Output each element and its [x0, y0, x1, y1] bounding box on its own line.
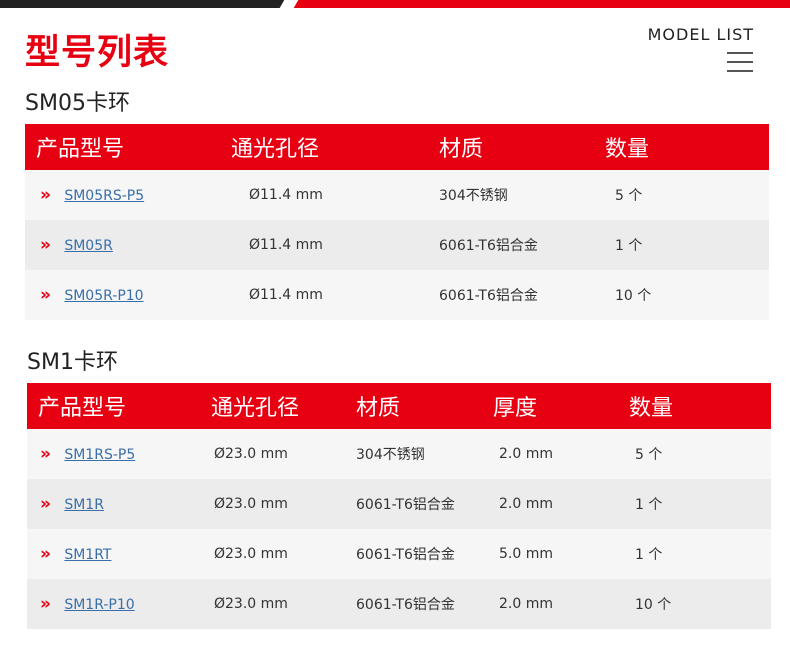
material-cell: 6061-T6铝合金	[439, 220, 605, 270]
thickness-cell: 2.0 mm	[493, 479, 629, 529]
qty-cell: 1 个	[629, 529, 771, 579]
row-arrow-icon: »	[40, 594, 51, 614]
hamburger-menu-icon[interactable]	[727, 52, 753, 72]
header-material: 材质	[439, 124, 605, 170]
table-row: » SM1R-P10 Ø23.0 mm 6061-T6铝合金 2.0 mm 10…	[27, 579, 771, 629]
aperture-cell: Ø23.0 mm	[211, 529, 356, 579]
header-model: 产品型号	[25, 124, 231, 170]
sm05-table: 产品型号 通光孔径 材质 数量 » SM05RS-P5 Ø11.4 mm 304…	[25, 124, 769, 320]
header-thickness: 厚度	[493, 383, 629, 429]
aperture-cell: Ø23.0 mm	[211, 429, 356, 479]
row-arrow-icon: »	[40, 544, 51, 564]
model-link[interactable]: SM1RT	[64, 547, 111, 563]
table-row: » SM05R-P10 Ø11.4 mm 6061-T6铝合金 10 个	[25, 270, 769, 320]
top-accent-bar	[0, 0, 790, 8]
header-aperture: 通光孔径	[231, 124, 439, 170]
table-row: » SM05RS-P5 Ø11.4 mm 304不锈钢 5 个	[25, 170, 769, 220]
section-title-sm1: SM1卡环	[27, 350, 118, 375]
header-qty: 数量	[629, 383, 771, 429]
row-arrow-icon: »	[40, 185, 51, 205]
material-cell: 304不锈钢	[439, 170, 605, 220]
page-title: 型号列表	[25, 33, 170, 73]
model-link[interactable]: SM05R-P10	[64, 288, 143, 304]
table-header-row: 产品型号 通光孔径 材质 厚度 数量	[27, 383, 771, 429]
table-header-row: 产品型号 通光孔径 材质 数量	[25, 124, 769, 170]
table-row: » SM1RT Ø23.0 mm 6061-T6铝合金 5.0 mm 1 个	[27, 529, 771, 579]
row-arrow-icon: »	[40, 285, 51, 305]
qty-cell: 10 个	[629, 579, 771, 629]
material-cell: 6061-T6铝合金	[356, 529, 493, 579]
model-list-label[interactable]: MODEL LIST	[648, 25, 754, 44]
table-row: » SM05R Ø11.4 mm 6061-T6铝合金 1 个	[25, 220, 769, 270]
aperture-cell: Ø23.0 mm	[211, 479, 356, 529]
model-link[interactable]: SM05R	[64, 238, 113, 254]
table-row: » SM1R Ø23.0 mm 6061-T6铝合金 2.0 mm 1 个	[27, 479, 771, 529]
header-material: 材质	[356, 383, 493, 429]
material-cell: 6061-T6铝合金	[356, 579, 493, 629]
qty-cell: 10 个	[605, 270, 769, 320]
header-aperture: 通光孔径	[211, 383, 356, 429]
thickness-cell: 5.0 mm	[493, 529, 629, 579]
material-cell: 304不锈钢	[356, 429, 493, 479]
row-arrow-icon: »	[40, 494, 51, 514]
top-accent-red	[290, 0, 790, 8]
aperture-cell: Ø11.4 mm	[231, 220, 439, 270]
qty-cell: 1 个	[605, 220, 769, 270]
row-arrow-icon: »	[40, 444, 51, 464]
material-cell: 6061-T6铝合金	[356, 479, 493, 529]
qty-cell: 1 个	[629, 479, 771, 529]
section-title-sm05: SM05卡环	[25, 91, 130, 116]
sm1-table: 产品型号 通光孔径 材质 厚度 数量 » SM1RS-P5 Ø23.0 mm 3…	[27, 383, 771, 629]
aperture-cell: Ø11.4 mm	[231, 270, 439, 320]
aperture-cell: Ø11.4 mm	[231, 170, 439, 220]
model-link[interactable]: SM1R	[64, 497, 104, 513]
thickness-cell: 2.0 mm	[493, 579, 629, 629]
row-arrow-icon: »	[40, 235, 51, 255]
model-link[interactable]: SM1RS-P5	[64, 447, 135, 463]
aperture-cell: Ø23.0 mm	[211, 579, 356, 629]
model-link[interactable]: SM1R-P10	[64, 597, 134, 613]
header-model: 产品型号	[27, 383, 211, 429]
model-link[interactable]: SM05RS-P5	[64, 188, 144, 204]
thickness-cell: 2.0 mm	[493, 429, 629, 479]
table-row: » SM1RS-P5 Ø23.0 mm 304不锈钢 2.0 mm 5 个	[27, 429, 771, 479]
header-qty: 数量	[605, 124, 769, 170]
qty-cell: 5 个	[629, 429, 771, 479]
qty-cell: 5 个	[605, 170, 769, 220]
material-cell: 6061-T6铝合金	[439, 270, 605, 320]
